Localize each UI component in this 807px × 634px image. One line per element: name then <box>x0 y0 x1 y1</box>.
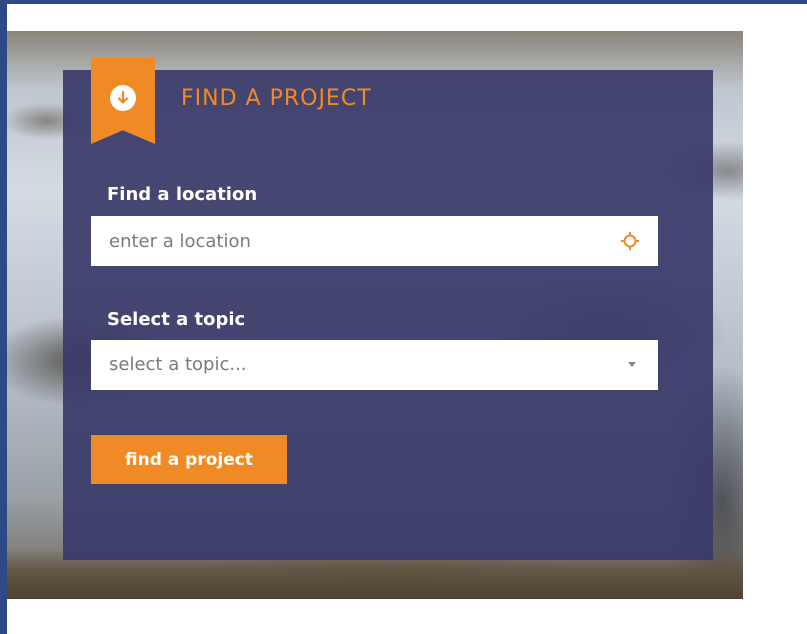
location-field[interactable] <box>91 216 658 266</box>
crosshair-icon[interactable] <box>620 231 640 251</box>
location-label: Find a location <box>107 184 258 205</box>
topic-select[interactable]: select a topic... <box>91 340 658 390</box>
page-frame-left <box>0 0 7 634</box>
panel-title: FIND A PROJECT <box>181 86 372 111</box>
find-project-button[interactable]: find a project <box>91 435 287 484</box>
topic-select-value: select a topic... <box>109 354 247 375</box>
topic-label: Select a topic <box>107 309 246 330</box>
caret-down-icon <box>628 362 636 367</box>
page-frame-top <box>0 0 807 4</box>
location-input[interactable] <box>91 216 619 266</box>
arrow-down-circle-icon <box>110 85 136 111</box>
